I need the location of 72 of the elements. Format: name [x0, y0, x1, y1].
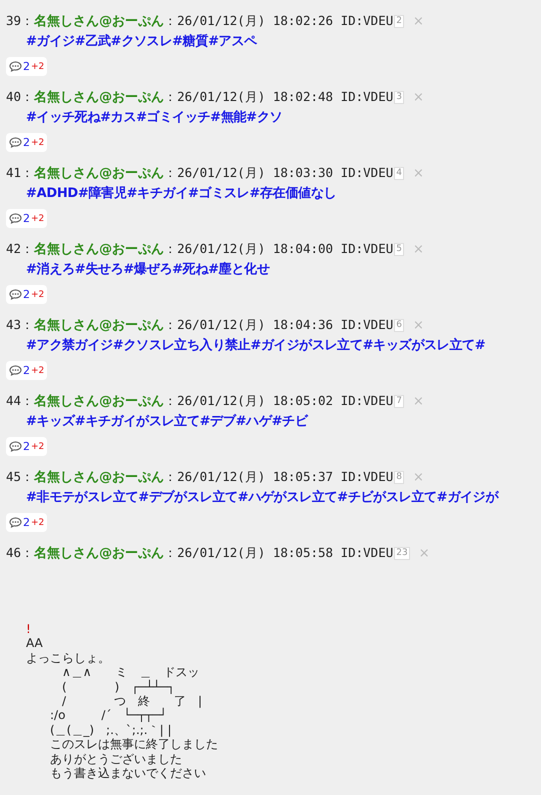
post-datetime: ：26/01/12(月) 18:04:00 ID:VDEU: [164, 240, 394, 258]
speech-bubble-icon: [9, 137, 22, 148]
ascii-art-line: このスレは無事に終了しました: [49, 737, 219, 752]
id-count-badge[interactable]: 8: [394, 470, 404, 484]
post-datetime: ：26/01/12(月) 18:02:48 ID:VDEU: [164, 88, 394, 106]
ascii-art-line: ( ) ┌─┴┴─┐: [61, 680, 176, 694]
poster-name[interactable]: 名無しさん@おーぷん: [34, 544, 164, 562]
poster-name[interactable]: 名無しさん@おーぷん: [34, 88, 164, 106]
poster-name[interactable]: 名無しさん@おーぷん: [34, 392, 164, 410]
ascii-art-line: :/o /´ └─┬┬─┘: [49, 708, 168, 723]
post-number: 41：: [6, 164, 34, 182]
poster-name[interactable]: 名無しさん@おーぷん: [34, 164, 164, 182]
post-number: 43：: [6, 316, 34, 334]
speech-bubble-icon: [9, 61, 22, 72]
reply-count-badge[interactable]: 2+2: [6, 437, 48, 456]
post-datetime: ：26/01/12(月) 18:05:58 ID:VDEU: [164, 544, 394, 562]
ascii-art-line: / つ 終 了 |: [61, 694, 204, 708]
id-count-badge[interactable]: 7: [394, 394, 404, 408]
reply-count-badge[interactable]: 2+2: [6, 513, 48, 532]
reply-count-badge[interactable]: 2+2: [6, 285, 48, 304]
post-datetime: ：26/01/12(月) 18:02:26 ID:VDEU: [164, 12, 394, 30]
ascii-art-line: (＿(＿_) ;.、`;.;.｀| |: [49, 722, 173, 738]
close-button[interactable]: ×: [413, 394, 424, 408]
post-datetime: ：26/01/12(月) 18:05:37 ID:VDEU: [164, 468, 394, 486]
speech-bubble-icon: [9, 517, 22, 528]
close-button[interactable]: ×: [413, 470, 424, 484]
speech-bubble-icon: [9, 441, 22, 452]
speech-bubble-icon: [9, 365, 22, 376]
post-body: #非モテがスレ立て#デブがスレ立て#ハゲがスレ立て#チビがスレ立て#ガイジが: [26, 488, 500, 506]
ascii-art-line: もう書き込まないでください: [49, 766, 207, 780]
id-count-badge[interactable]: 5: [394, 242, 404, 256]
post-datetime: ：26/01/12(月) 18:03:30 ID:VDEU: [164, 164, 394, 182]
close-button[interactable]: ×: [413, 14, 424, 28]
reply-count-badge[interactable]: 2+2: [6, 57, 48, 76]
post-number: 40：: [6, 88, 34, 106]
post-number: 46：: [6, 544, 34, 562]
post-body: #ADHD#障害児#キチガイ#ゴミスレ#存在価値なし: [26, 184, 338, 202]
ascii-art-line: ありがとうございました: [49, 752, 183, 766]
poster-name[interactable]: 名無しさん@おーぷん: [34, 240, 164, 258]
id-count-badge[interactable]: 3: [394, 90, 404, 104]
ascii-art-line: AA: [26, 636, 44, 651]
id-count-badge[interactable]: 2: [394, 14, 404, 28]
post-number: 39：: [6, 12, 34, 30]
id-count-badge[interactable]: 23: [394, 546, 410, 560]
speech-bubble-icon: [9, 213, 22, 224]
poster-name[interactable]: 名無しさん@おーぷん: [34, 316, 164, 334]
ascii-art-line: よっこらしょ。: [26, 650, 111, 666]
ascii-art-line: ∧＿∧ ミ ＿ ドスッ: [61, 665, 201, 680]
post-body: #ガイジ#乙武#クソスレ#糖質#アスペ: [26, 32, 258, 50]
close-button[interactable]: ×: [413, 318, 424, 332]
close-button[interactable]: ×: [413, 90, 424, 104]
marker-text: !: [26, 622, 32, 636]
post-number: 42：: [6, 240, 34, 258]
close-button[interactable]: ×: [418, 546, 430, 560]
speech-bubble-icon: [9, 289, 22, 300]
poster-name[interactable]: 名無しさん@おーぷん: [34, 468, 164, 486]
post-body: #消えろ#失せろ#爆ぜろ#死ね#塵と化せ: [26, 260, 271, 278]
post-body: #イッチ死ね#カス#ゴミイッチ#無能#クソ: [26, 109, 284, 126]
reply-count-badge[interactable]: 2+2: [6, 133, 48, 152]
post-number: 45：: [6, 468, 34, 486]
post-datetime: ：26/01/12(月) 18:04:36 ID:VDEU: [164, 316, 394, 334]
reply-count-badge[interactable]: 2+2: [6, 209, 48, 228]
post-datetime: ：26/01/12(月) 18:05:02 ID:VDEU: [164, 392, 394, 410]
post-number: 44：: [6, 392, 34, 410]
close-button[interactable]: ×: [413, 242, 424, 256]
reply-count-badge[interactable]: 2+2: [6, 361, 48, 380]
close-button[interactable]: ×: [413, 166, 424, 180]
id-count-badge[interactable]: 6: [394, 318, 404, 332]
post-body: #キッズ#キチガイがスレ立て#デブ#ハゲ#チビ: [26, 412, 310, 430]
post-body: #アク禁ガイジ#クソスレ立ち入り禁止#ガイジがスレ立て#キッズがスレ立て#: [26, 336, 486, 354]
id-count-badge[interactable]: 4: [394, 166, 404, 180]
poster-name[interactable]: 名無しさん@おーぷん: [34, 12, 164, 30]
